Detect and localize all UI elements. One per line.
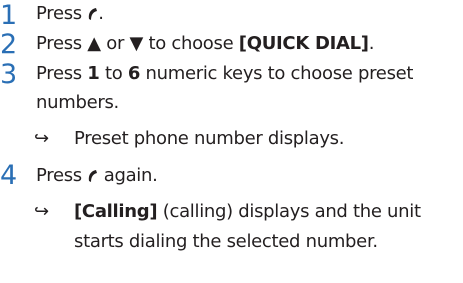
- step-result: [Calling] (calling) displays and the uni…: [74, 201, 421, 223]
- step-text: Press ▲ or ▼ to choose [QUICK DIAL].: [36, 33, 374, 55]
- step-text: Press .: [36, 3, 104, 25]
- step-result: Preset phone number displays.: [74, 128, 345, 149]
- phone-talk-icon: [87, 3, 98, 24]
- or-word: or: [106, 33, 125, 54]
- step-text: Press again.: [36, 165, 158, 187]
- result-arrow-icon: ↪: [34, 201, 50, 222]
- key-to: 6: [127, 63, 141, 84]
- press-word: Press: [36, 3, 82, 24]
- press-word: Press: [36, 165, 82, 186]
- down-arrow-icon: ▼: [129, 33, 144, 54]
- to-choose-text: to choose: [148, 33, 234, 54]
- up-arrow-icon: ▲: [87, 33, 101, 54]
- step-tail: .: [368, 33, 375, 54]
- step-tail: .: [98, 3, 104, 24]
- step-number: 4: [0, 160, 18, 191]
- key-from: 1: [87, 63, 100, 84]
- press-word: Press: [36, 63, 82, 84]
- press-word: Press: [36, 33, 82, 54]
- step-rest: numeric keys to choose preset: [145, 63, 414, 84]
- result-rest: (calling) displays and the unit: [162, 201, 421, 222]
- step-text: Press 1 to 6 numeric keys to choose pres…: [36, 63, 413, 85]
- step-number: 2: [0, 29, 18, 60]
- result-arrow-icon: ↪: [34, 128, 50, 149]
- step-result-continued: starts dialing the selected number.: [74, 231, 378, 252]
- step-tail: again.: [103, 165, 158, 186]
- step-number: 3: [0, 59, 18, 90]
- step-text-continued: numbers.: [36, 92, 119, 113]
- result-label: [Calling]: [74, 201, 158, 222]
- to-word: to: [104, 63, 123, 84]
- phone-talk-icon: [87, 165, 98, 186]
- menu-name: [QUICK DIAL]: [238, 33, 369, 54]
- step-number: 1: [0, 0, 18, 31]
